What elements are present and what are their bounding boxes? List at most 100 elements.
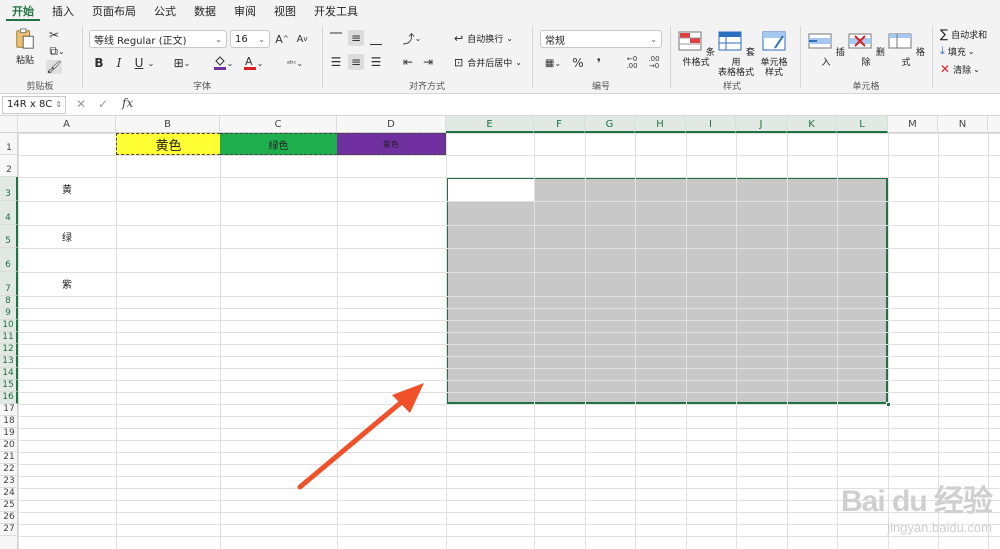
cut-icon[interactable]: ✂	[46, 28, 62, 42]
align-left-icon[interactable]: ☰	[328, 54, 344, 70]
row-header-1[interactable]: 1	[0, 133, 18, 155]
row-header-27[interactable]: 27	[0, 524, 18, 536]
fill-button[interactable]: ⤓ 填充 ⌄	[940, 44, 975, 58]
number-format-dropdown[interactable]: 常规 ⌄	[540, 30, 662, 48]
percent-button[interactable]: %	[570, 54, 586, 72]
decrease-decimal-button[interactable]: .00 →0	[644, 54, 664, 72]
merge-center-button[interactable]: ⊡ 合并后居中 ⌄	[454, 56, 522, 69]
bold-button[interactable]: B	[92, 54, 106, 72]
italic-button[interactable]: I	[112, 54, 126, 72]
row-header-20[interactable]: 20	[0, 440, 18, 452]
column-header-k[interactable]: K	[787, 116, 837, 133]
column-header-c[interactable]: C	[220, 116, 337, 133]
tab-view[interactable]: 视图	[268, 1, 302, 21]
row-header-26[interactable]: 26	[0, 512, 18, 524]
decrease-indent-icon[interactable]: ⇤	[400, 54, 416, 70]
row-header-4[interactable]: 4	[0, 201, 18, 225]
row-header-18[interactable]: 18	[0, 416, 18, 428]
underline-button[interactable]: U	[132, 54, 146, 72]
chevron-down-icon[interactable]: ⌄	[146, 54, 156, 72]
row-header-13[interactable]: 13	[0, 356, 18, 368]
formula-input[interactable]	[140, 97, 990, 113]
borders-icon[interactable]: ⊞ ⌄	[170, 54, 194, 72]
row-header-17[interactable]: 17	[0, 404, 18, 416]
copy-icon[interactable]: ⧉ ⌄	[46, 44, 68, 58]
tab-insert[interactable]: 插入	[46, 1, 80, 21]
row-header-3[interactable]: 3	[0, 177, 18, 201]
column-header-h[interactable]: H	[635, 116, 686, 133]
phonetic-icon[interactable]: ᵃᵇᶜ ⌄	[280, 54, 310, 72]
conditional-format-button[interactable]: 条件格式	[676, 30, 716, 68]
cell-styles-button[interactable]: 单元格 样式	[756, 30, 792, 78]
clear-button[interactable]: ✕ 清除 ⌄	[940, 62, 980, 76]
autosum-button[interactable]: ∑ 自动求和	[940, 27, 987, 41]
row-header-12[interactable]: 12	[0, 344, 18, 356]
column-header-m[interactable]: M	[888, 116, 938, 133]
row-header-14[interactable]: 14	[0, 368, 18, 380]
column-header-n[interactable]: N	[938, 116, 988, 133]
row-header-21[interactable]: 21	[0, 452, 18, 464]
column-header-j[interactable]: J	[736, 116, 787, 133]
align-bottom-icon[interactable]: ⎽	[368, 30, 384, 46]
format-painter-icon[interactable]: 🖌	[46, 60, 62, 74]
align-center-icon[interactable]: ≡	[348, 54, 364, 70]
watermark-url: jingyan.baidu.com	[887, 520, 992, 535]
align-top-icon[interactable]: ⎺	[328, 30, 344, 46]
format-cells-button[interactable]: 格式	[886, 30, 926, 68]
row-header-5[interactable]: 5	[0, 225, 18, 248]
column-header-e[interactable]: E	[446, 116, 534, 133]
grow-font-icon[interactable]: A ^	[274, 30, 290, 48]
tab-page-layout[interactable]: 页面布局	[86, 1, 142, 21]
cancel-icon[interactable]: ✕	[76, 97, 86, 111]
align-right-icon[interactable]: ☰	[368, 54, 384, 70]
confirm-icon[interactable]: ✓	[98, 97, 108, 111]
tab-formulas[interactable]: 公式	[148, 1, 182, 21]
shrink-font-icon[interactable]: Av	[294, 30, 310, 48]
wrap-text-button[interactable]: ↩ 自动换行 ⌄	[454, 32, 513, 45]
font-color-icon[interactable]: A ⌄	[240, 54, 266, 72]
row-header-16[interactable]: 16	[0, 392, 18, 404]
row-header-7[interactable]: 7	[0, 272, 18, 296]
increase-indent-icon[interactable]: ⇥	[420, 54, 436, 70]
row-header-11[interactable]: 11	[0, 332, 18, 344]
insert-function-icon[interactable]: fx	[122, 96, 133, 110]
styles-group: 条件格式 套用 表格格式 单元格 样式 样式	[672, 22, 792, 94]
paste-button[interactable]: 粘贴	[8, 28, 42, 66]
insert-cells-button[interactable]: 插入	[806, 30, 846, 68]
tab-data[interactable]: 数据	[188, 1, 222, 21]
row-header-8[interactable]: 8	[0, 296, 18, 308]
select-all-corner[interactable]	[0, 116, 18, 133]
tab-developer[interactable]: 开发工具	[308, 1, 364, 21]
row-header-23[interactable]: 23	[0, 476, 18, 488]
column-header-l[interactable]: L	[837, 116, 888, 133]
sigma-icon: ∑	[940, 27, 949, 41]
format-as-table-button[interactable]: 套用 表格格式	[716, 30, 756, 78]
row-header-19[interactable]: 19	[0, 428, 18, 440]
align-middle-icon[interactable]: ≡	[348, 30, 364, 46]
delete-cells-button[interactable]: 删除	[846, 30, 886, 68]
tab-review[interactable]: 审阅	[228, 1, 262, 21]
column-header-b[interactable]: B	[116, 116, 220, 133]
row-header-6[interactable]: 6	[0, 248, 18, 272]
row-header-24[interactable]: 24	[0, 488, 18, 500]
comma-style-button[interactable]: ❜	[592, 54, 606, 72]
accounting-format-icon[interactable]: ▦ ⌄	[540, 54, 566, 72]
column-header-g[interactable]: G	[585, 116, 635, 133]
name-box[interactable]: 14R x 8C ⇕	[2, 96, 66, 114]
row-header-10[interactable]: 10	[0, 320, 18, 332]
column-header-f[interactable]: F	[534, 116, 585, 133]
increase-decimal-button[interactable]: ←0 .00	[622, 54, 642, 72]
row-header-9[interactable]: 9	[0, 308, 18, 320]
row-header-25[interactable]: 25	[0, 500, 18, 512]
font-size-dropdown[interactable]: 16 ⌄	[230, 30, 270, 48]
row-header-2[interactable]: 2	[0, 155, 18, 177]
orientation-icon[interactable]: ⤴ ⌄	[400, 30, 424, 46]
column-header-a[interactable]: A	[18, 116, 116, 133]
row-header-15[interactable]: 15	[0, 380, 18, 392]
column-header-i[interactable]: I	[686, 116, 736, 133]
column-header-d[interactable]: D	[337, 116, 446, 133]
font-name-dropdown[interactable]: 等线 Regular (正文) ⌄	[89, 30, 227, 48]
tab-home[interactable]: 开始	[6, 1, 40, 21]
fill-color-icon[interactable]: ⌄	[210, 54, 236, 72]
row-header-22[interactable]: 22	[0, 464, 18, 476]
